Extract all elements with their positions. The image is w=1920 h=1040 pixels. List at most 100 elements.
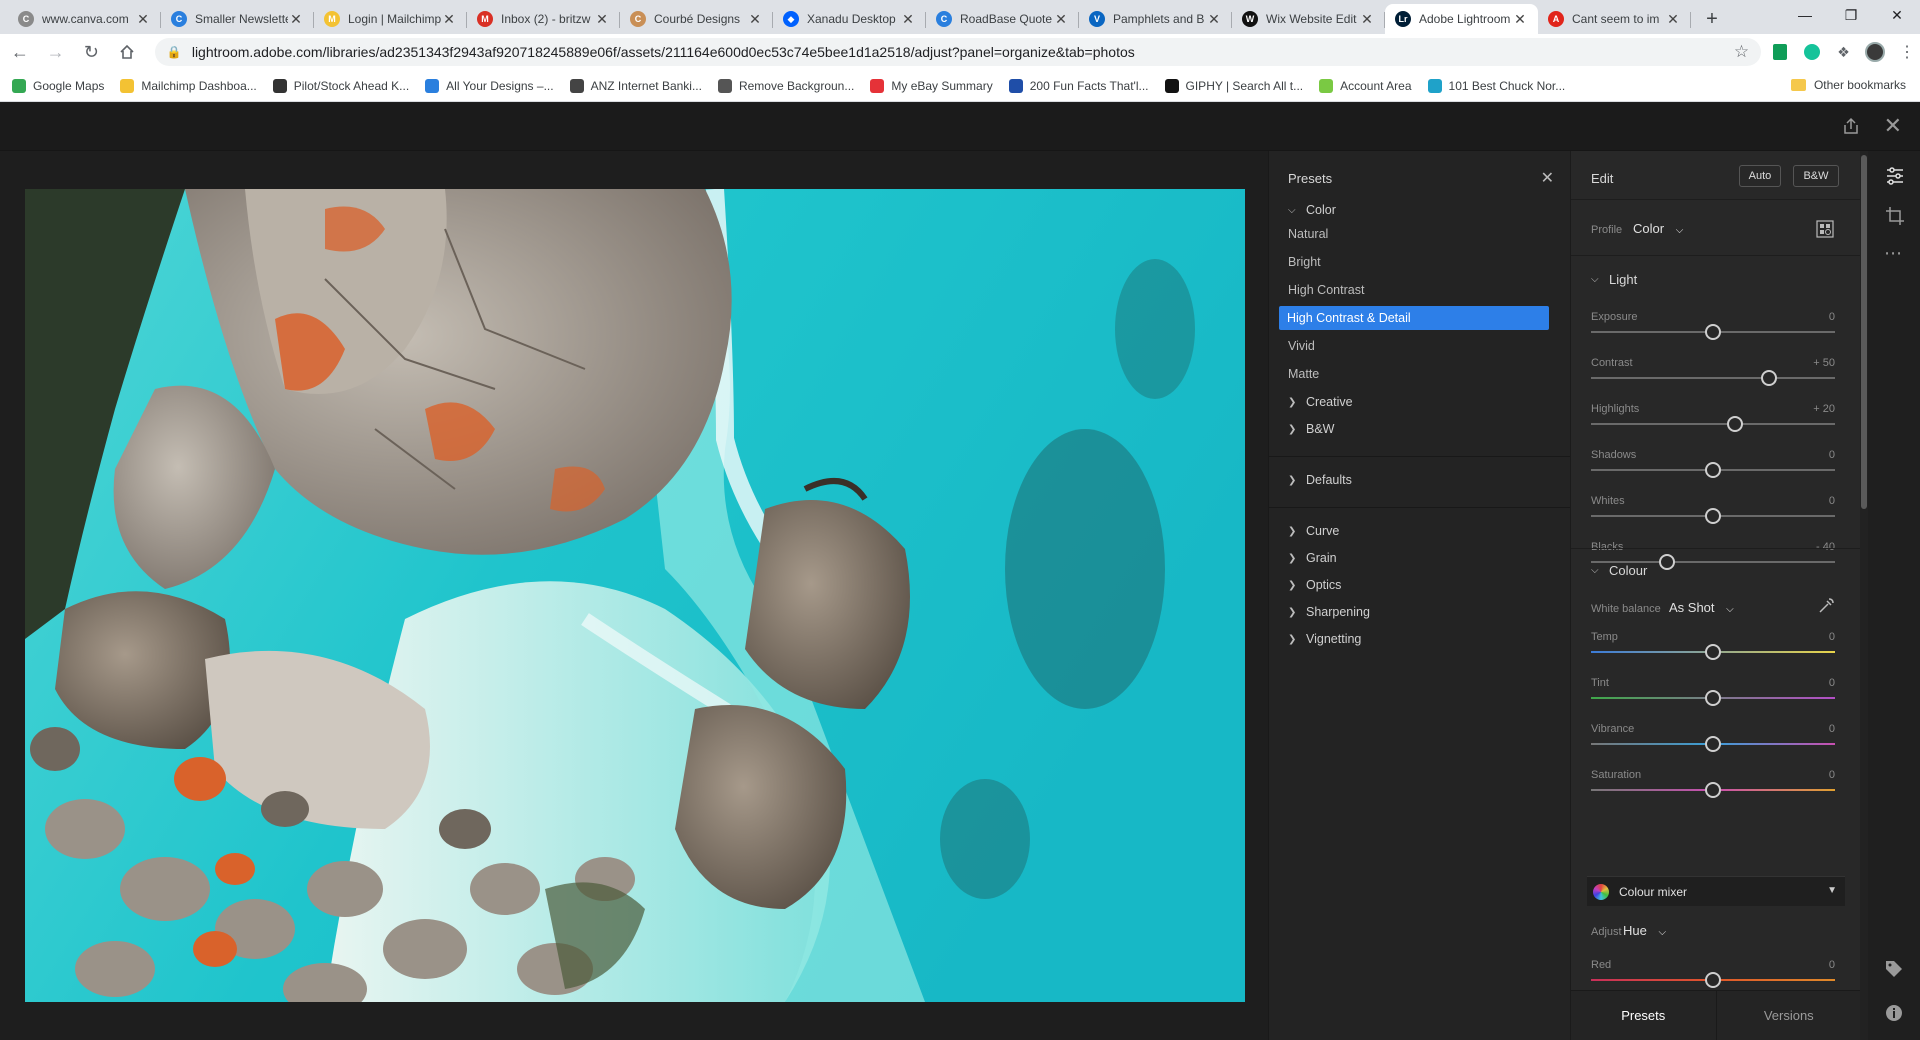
share-icon[interactable] bbox=[1842, 117, 1860, 140]
scrollbar-thumb[interactable] bbox=[1861, 155, 1867, 509]
light-section-header[interactable]: ⌵ Light bbox=[1591, 272, 1637, 287]
info-icon[interactable] bbox=[1884, 1003, 1906, 1025]
bookmark-item[interactable]: 101 Best Chuck Nor... bbox=[1427, 78, 1565, 93]
browser-tab[interactable]: C Smaller Newsletter ✕ bbox=[161, 4, 314, 34]
preset-group-sharpening[interactable]: ❯ Sharpening bbox=[1288, 605, 1370, 619]
close-tab-icon[interactable]: ✕ bbox=[1512, 11, 1528, 28]
browser-tab[interactable]: M Login | Mailchimp ✕ bbox=[314, 4, 467, 34]
browser-tab[interactable]: C RoadBase Quote ✕ bbox=[926, 4, 1079, 34]
close-tab-icon[interactable]: ✕ bbox=[135, 11, 151, 28]
photo-canvas[interactable] bbox=[0, 151, 1268, 1040]
close-editor-icon[interactable]: ✕ bbox=[1884, 113, 1902, 139]
photo-preview[interactable] bbox=[25, 189, 1245, 1002]
tab-presets[interactable]: Presets bbox=[1571, 991, 1717, 1040]
slider-exposure[interactable]: Exposure 0 bbox=[1591, 311, 1835, 353]
preset-matte[interactable]: Matte bbox=[1288, 367, 1319, 381]
edit-sliders-icon[interactable] bbox=[1884, 165, 1906, 187]
bookmark-item[interactable]: My eBay Summary bbox=[870, 78, 993, 93]
tag-icon[interactable] bbox=[1884, 959, 1906, 981]
new-tab-button[interactable]: + bbox=[1697, 4, 1727, 34]
preset-group-vignetting[interactable]: ❯ Vignetting bbox=[1288, 632, 1361, 646]
preset-bright[interactable]: Bright bbox=[1288, 255, 1321, 269]
bookmark-item[interactable]: All Your Designs –... bbox=[425, 78, 554, 93]
close-tab-icon[interactable]: ✕ bbox=[1665, 11, 1681, 28]
close-window-icon[interactable]: ✕ bbox=[1874, 0, 1920, 30]
preset-high-contrast-detail[interactable]: High Contrast & Detail bbox=[1279, 306, 1549, 330]
edit-panel-scrollbar[interactable] bbox=[1860, 151, 1868, 1040]
bookmark-star-icon[interactable]: ☆ bbox=[1734, 42, 1749, 62]
slider-thumb[interactable] bbox=[1705, 324, 1721, 340]
restore-icon[interactable]: ❐ bbox=[1828, 0, 1874, 30]
close-tab-icon[interactable]: ✕ bbox=[1359, 11, 1375, 28]
colour-section-header[interactable]: ⌵ Colour bbox=[1591, 563, 1647, 578]
bookmark-item[interactable]: Account Area bbox=[1319, 78, 1412, 93]
more-options-icon[interactable]: ⋯ bbox=[1884, 243, 1906, 265]
profile-browser-grid-icon[interactable] bbox=[1815, 219, 1835, 244]
slider-thumb[interactable] bbox=[1705, 736, 1721, 752]
close-tab-icon[interactable]: ✕ bbox=[441, 11, 457, 28]
slider-shadows[interactable]: Shadows 0 bbox=[1591, 449, 1835, 491]
tab-versions[interactable]: Versions bbox=[1717, 991, 1861, 1040]
preset-group-curve[interactable]: ❯ Curve bbox=[1288, 524, 1339, 538]
sheets-extension-icon[interactable] bbox=[1767, 39, 1793, 65]
slider-highlights[interactable]: Highlights + 20 bbox=[1591, 403, 1835, 445]
slider-track[interactable] bbox=[1591, 377, 1835, 379]
other-bookmarks[interactable]: Other bookmarks bbox=[1790, 78, 1906, 92]
bookmark-item[interactable]: Mailchimp Dashboa... bbox=[120, 78, 257, 93]
minimize-icon[interactable]: — bbox=[1782, 0, 1828, 30]
bookmark-item[interactable]: GIPHY | Search All t... bbox=[1164, 78, 1303, 93]
white-balance-dropdown[interactable]: As Shot ⌵ bbox=[1669, 600, 1734, 615]
slider-tint[interactable]: Tint 0 bbox=[1591, 677, 1835, 719]
browser-tab[interactable]: A Cant seem to im ✕ bbox=[1538, 4, 1691, 34]
close-tab-icon[interactable]: ✕ bbox=[1206, 11, 1222, 28]
preset-group-grain[interactable]: ❯ Grain bbox=[1288, 551, 1337, 565]
grammarly-extension-icon[interactable] bbox=[1799, 39, 1825, 65]
close-tab-icon[interactable]: ✕ bbox=[1053, 11, 1069, 28]
browser-tab[interactable]: C Courbé Designs ✕ bbox=[620, 4, 773, 34]
slider-track[interactable] bbox=[1591, 423, 1835, 425]
profile-avatar[interactable] bbox=[1862, 39, 1888, 65]
back-icon[interactable]: ← bbox=[4, 36, 36, 68]
adjust-dropdown[interactable]: Hue ⌵ bbox=[1623, 923, 1666, 938]
slider-thumb[interactable] bbox=[1705, 644, 1721, 660]
browser-tab[interactable]: ◆ Xanadu Desktop ✕ bbox=[773, 4, 926, 34]
forward-icon[interactable]: → bbox=[40, 36, 72, 68]
preset-group-defaults[interactable]: ❯ Defaults bbox=[1288, 473, 1352, 487]
slider-thumb[interactable] bbox=[1705, 462, 1721, 478]
browser-tab[interactable]: W Wix Website Edit ✕ bbox=[1232, 4, 1385, 34]
slider-thumb[interactable] bbox=[1705, 508, 1721, 524]
slider-thumb[interactable] bbox=[1705, 782, 1721, 798]
colour-mixer-header[interactable]: Colour mixer ▼ bbox=[1587, 876, 1845, 906]
slider-thumb[interactable] bbox=[1705, 690, 1721, 706]
browser-tab[interactable]: Lr Adobe Lightroom ✕ bbox=[1385, 4, 1538, 34]
bookmark-item[interactable]: 200 Fun Facts That'l... bbox=[1008, 78, 1149, 93]
bookmark-item[interactable]: Remove Backgroun... bbox=[717, 78, 854, 93]
home-icon[interactable] bbox=[111, 36, 143, 68]
preset-vivid[interactable]: Vivid bbox=[1288, 339, 1315, 353]
preset-group-bw[interactable]: ❯ B&W bbox=[1288, 422, 1334, 436]
preset-high-contrast[interactable]: High Contrast bbox=[1288, 283, 1364, 297]
close-presets-icon[interactable]: ✕ bbox=[1541, 168, 1554, 188]
preset-natural[interactable]: Natural bbox=[1288, 227, 1328, 241]
profile-dropdown[interactable]: Color ⌵ bbox=[1633, 221, 1683, 236]
close-tab-icon[interactable]: ✕ bbox=[900, 11, 916, 28]
slider-saturation[interactable]: Saturation 0 bbox=[1591, 769, 1835, 811]
caret-down-icon[interactable]: ▼ bbox=[1827, 885, 1837, 896]
slider-temp[interactable]: Temp 0 bbox=[1591, 631, 1835, 673]
preset-group-optics[interactable]: ❯ Optics bbox=[1288, 578, 1341, 592]
reload-icon[interactable]: ↻ bbox=[75, 36, 107, 68]
browser-tab[interactable]: Cwww.canva.com ✕ bbox=[8, 4, 161, 34]
bookmark-item[interactable]: Google Maps bbox=[12, 78, 104, 93]
auto-button[interactable]: Auto bbox=[1739, 165, 1781, 187]
browser-tab[interactable]: M Inbox (2) - britzw ✕ bbox=[467, 4, 620, 34]
slider-thumb[interactable] bbox=[1705, 972, 1721, 988]
browser-menu-icon[interactable]: ⋮ bbox=[1894, 39, 1920, 65]
slider-contrast[interactable]: Contrast + 50 bbox=[1591, 357, 1835, 399]
bw-button[interactable]: B&W bbox=[1793, 165, 1839, 187]
slider-thumb[interactable] bbox=[1761, 370, 1778, 386]
slider-whites[interactable]: Whites 0 bbox=[1591, 495, 1835, 537]
bookmark-item[interactable]: Pilot/Stock Ahead K... bbox=[272, 78, 409, 93]
browser-tab[interactable]: V Pamphlets and B ✕ bbox=[1079, 4, 1232, 34]
preset-group-color[interactable]: ⌵ Color bbox=[1288, 203, 1336, 217]
extensions-puzzle-icon[interactable]: ❖ bbox=[1831, 39, 1857, 65]
